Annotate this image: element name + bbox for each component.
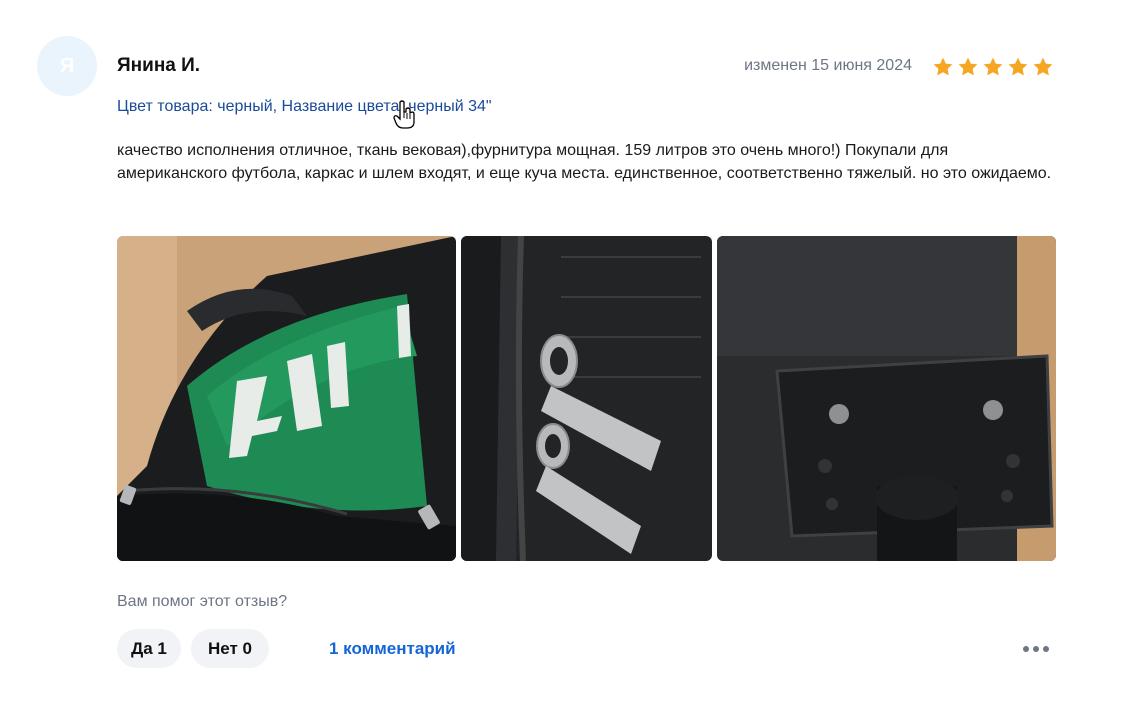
helpful-no-label: Нет 0 (207, 638, 252, 658)
review-date: изменен 15 июня 2024 (744, 57, 912, 74)
helpful-yes-label: Да 1 (131, 638, 167, 658)
helpful-yes-button[interactable]: Да 1 (117, 629, 181, 668)
more-dots-icon (1043, 646, 1049, 652)
comments-link[interactable]: 1 комментарий (329, 639, 456, 659)
more-dots-icon (1033, 646, 1039, 652)
zipper-pulls-photo[interactable] (461, 236, 712, 561)
review-photos (117, 236, 1056, 561)
star-icon (983, 57, 1003, 76)
star-icon (958, 57, 978, 76)
star-icon (933, 57, 953, 76)
avatar-letter: Я (59, 54, 75, 77)
review-author-name: Янина И. (117, 55, 201, 76)
rating-stars (932, 56, 1054, 78)
helpful-no-button[interactable]: Нет 0 (191, 629, 269, 668)
more-options-button[interactable] (1018, 640, 1054, 658)
avatar: Я (37, 36, 97, 96)
bag-interior-photo[interactable] (117, 236, 456, 561)
star-icon (1033, 57, 1053, 76)
more-dots-icon (1023, 646, 1029, 652)
product-variant-info[interactable]: Цвет товара: черный, Название цвета: чер… (117, 98, 492, 116)
wheel-housing-photo[interactable] (717, 236, 1056, 561)
review-text: качество исполнения отличное, ткань веко… (117, 142, 1052, 182)
helpful-question: Вам помог этот отзыв? (117, 593, 288, 610)
star-icon (1008, 57, 1028, 76)
